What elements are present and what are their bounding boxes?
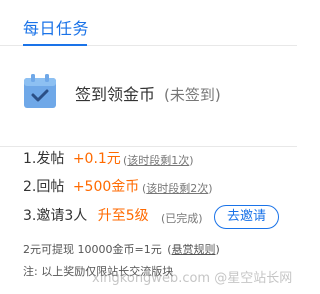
exchange-info: 2元可提现 10000金币=1元 (悬赏规则): [23, 243, 220, 256]
task-row-reply: 2.回帖 +500金币: [23, 177, 139, 197]
task-reward: +500金币: [72, 179, 140, 195]
daily-task-panel: 每日任务 签到领金币 (未签到) 1.发帖 +0.1元 (该时段剩1次) 2.回…: [0, 0, 297, 294]
rules-link[interactable]: 悬赏规则: [172, 243, 216, 256]
task-label: 2.回帖: [23, 179, 65, 195]
signin-section: 签到领金币 (未签到): [0, 47, 297, 147]
task-reward: +0.1元: [72, 151, 121, 167]
task-limit: (该时段剩2次): [142, 182, 213, 195]
signin-button[interactable]: 签到领金币: [75, 85, 155, 105]
panel-title: 每日任务: [23, 19, 90, 38]
task-row-invite: 3.邀请3人 升至5级: [23, 206, 149, 226]
invite-button[interactable]: 去邀请: [214, 205, 279, 229]
task-limit: (该时段剩1次): [123, 154, 194, 167]
task-row-post: 1.发帖 +0.1元: [23, 149, 121, 169]
exchange-text: 2元可提现 10000金币=1元: [23, 243, 162, 256]
task-label: 3.邀请3人: [23, 208, 88, 224]
calendar-check-icon[interactable]: [23, 73, 57, 109]
panel-header: 每日任务: [0, 0, 297, 46]
task-status-completed: (已完成): [161, 212, 203, 225]
task-reward: 升至5级: [97, 208, 149, 224]
watermark: xingkongweb.com @星空站长网: [92, 271, 293, 286]
task-label: 1.发帖: [23, 151, 65, 167]
signin-status: (未签到): [164, 86, 221, 104]
title-underline: [23, 44, 87, 46]
